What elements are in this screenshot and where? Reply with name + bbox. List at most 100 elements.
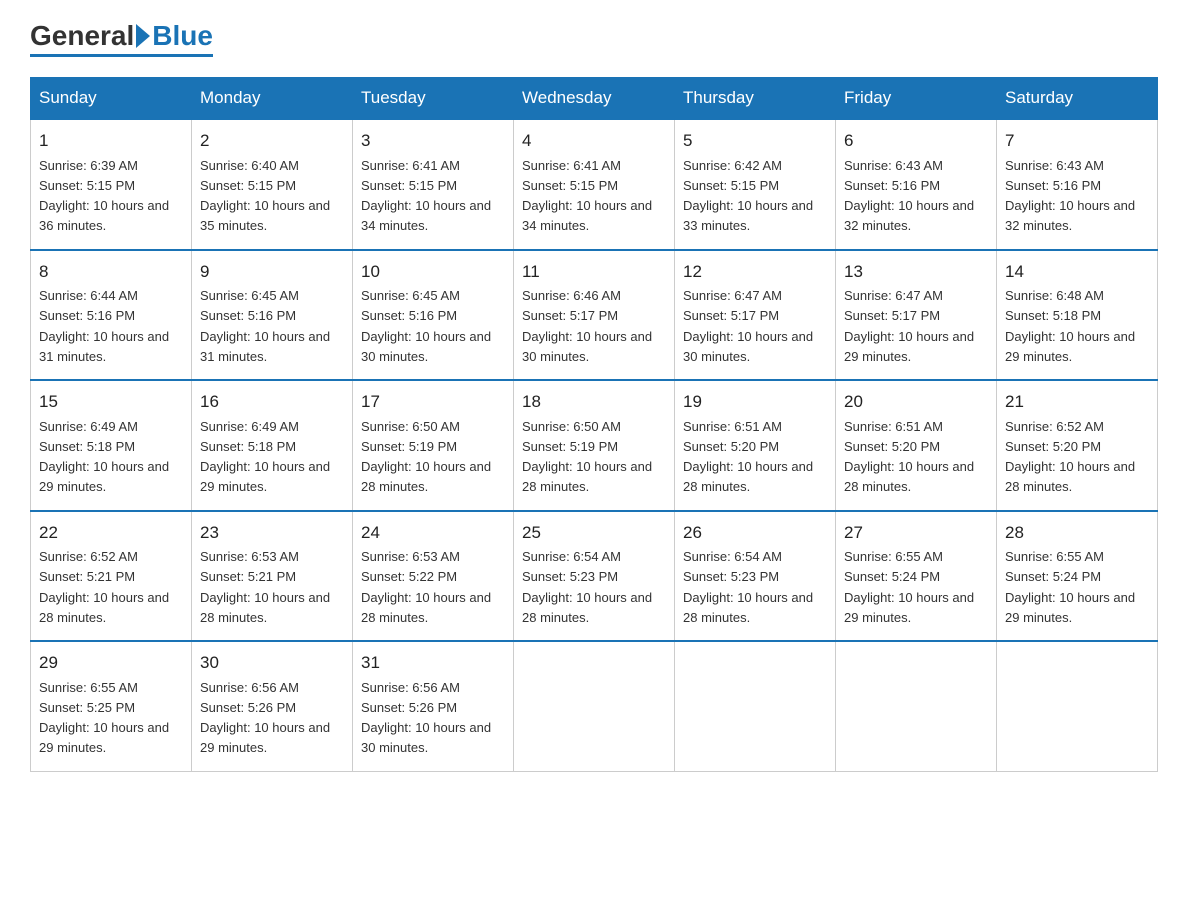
logo-general-text: General — [30, 20, 134, 52]
day-number: 14 — [1005, 259, 1149, 285]
day-number: 3 — [361, 128, 505, 154]
calendar-cell: 18 Sunrise: 6:50 AMSunset: 5:19 PMDaylig… — [514, 380, 675, 511]
calendar-cell: 21 Sunrise: 6:52 AMSunset: 5:20 PMDaylig… — [997, 380, 1158, 511]
day-number: 19 — [683, 389, 827, 415]
day-info: Sunrise: 6:54 AMSunset: 5:23 PMDaylight:… — [522, 549, 652, 625]
calendar-cell — [675, 641, 836, 771]
calendar-cell: 19 Sunrise: 6:51 AMSunset: 5:20 PMDaylig… — [675, 380, 836, 511]
day-info: Sunrise: 6:56 AMSunset: 5:26 PMDaylight:… — [361, 680, 491, 756]
calendar-cell: 31 Sunrise: 6:56 AMSunset: 5:26 PMDaylig… — [353, 641, 514, 771]
calendar-cell: 8 Sunrise: 6:44 AMSunset: 5:16 PMDayligh… — [31, 250, 192, 381]
calendar-cell: 27 Sunrise: 6:55 AMSunset: 5:24 PMDaylig… — [836, 511, 997, 642]
calendar-cell: 6 Sunrise: 6:43 AMSunset: 5:16 PMDayligh… — [836, 119, 997, 250]
weekday-header-wednesday: Wednesday — [514, 78, 675, 120]
day-info: Sunrise: 6:50 AMSunset: 5:19 PMDaylight:… — [522, 419, 652, 495]
day-info: Sunrise: 6:39 AMSunset: 5:15 PMDaylight:… — [39, 158, 169, 234]
logo-blue-text: Blue — [152, 20, 213, 52]
weekday-header-friday: Friday — [836, 78, 997, 120]
day-info: Sunrise: 6:54 AMSunset: 5:23 PMDaylight:… — [683, 549, 813, 625]
logo-arrow-icon — [136, 24, 150, 48]
day-number: 20 — [844, 389, 988, 415]
calendar-cell: 4 Sunrise: 6:41 AMSunset: 5:15 PMDayligh… — [514, 119, 675, 250]
day-number: 9 — [200, 259, 344, 285]
calendar-cell: 1 Sunrise: 6:39 AMSunset: 5:15 PMDayligh… — [31, 119, 192, 250]
day-number: 21 — [1005, 389, 1149, 415]
day-info: Sunrise: 6:43 AMSunset: 5:16 PMDaylight:… — [1005, 158, 1135, 234]
week-row-1: 1 Sunrise: 6:39 AMSunset: 5:15 PMDayligh… — [31, 119, 1158, 250]
day-number: 30 — [200, 650, 344, 676]
day-number: 17 — [361, 389, 505, 415]
day-number: 12 — [683, 259, 827, 285]
day-info: Sunrise: 6:41 AMSunset: 5:15 PMDaylight:… — [522, 158, 652, 234]
calendar-cell — [836, 641, 997, 771]
weekday-header-row: SundayMondayTuesdayWednesdayThursdayFrid… — [31, 78, 1158, 120]
day-number: 16 — [200, 389, 344, 415]
day-info: Sunrise: 6:55 AMSunset: 5:24 PMDaylight:… — [1005, 549, 1135, 625]
day-info: Sunrise: 6:40 AMSunset: 5:15 PMDaylight:… — [200, 158, 330, 234]
calendar-cell — [514, 641, 675, 771]
logo-underline — [30, 54, 213, 57]
calendar-cell: 23 Sunrise: 6:53 AMSunset: 5:21 PMDaylig… — [192, 511, 353, 642]
day-info: Sunrise: 6:45 AMSunset: 5:16 PMDaylight:… — [361, 288, 491, 364]
day-number: 27 — [844, 520, 988, 546]
calendar-cell: 16 Sunrise: 6:49 AMSunset: 5:18 PMDaylig… — [192, 380, 353, 511]
weekday-header-sunday: Sunday — [31, 78, 192, 120]
calendar-cell: 7 Sunrise: 6:43 AMSunset: 5:16 PMDayligh… — [997, 119, 1158, 250]
day-number: 1 — [39, 128, 183, 154]
calendar-cell: 26 Sunrise: 6:54 AMSunset: 5:23 PMDaylig… — [675, 511, 836, 642]
day-number: 24 — [361, 520, 505, 546]
week-row-4: 22 Sunrise: 6:52 AMSunset: 5:21 PMDaylig… — [31, 511, 1158, 642]
day-number: 7 — [1005, 128, 1149, 154]
day-info: Sunrise: 6:56 AMSunset: 5:26 PMDaylight:… — [200, 680, 330, 756]
day-number: 18 — [522, 389, 666, 415]
day-number: 11 — [522, 259, 666, 285]
logo: General Blue — [30, 20, 213, 57]
day-info: Sunrise: 6:47 AMSunset: 5:17 PMDaylight:… — [683, 288, 813, 364]
calendar-cell: 13 Sunrise: 6:47 AMSunset: 5:17 PMDaylig… — [836, 250, 997, 381]
calendar-cell: 3 Sunrise: 6:41 AMSunset: 5:15 PMDayligh… — [353, 119, 514, 250]
day-info: Sunrise: 6:43 AMSunset: 5:16 PMDaylight:… — [844, 158, 974, 234]
day-number: 28 — [1005, 520, 1149, 546]
day-number: 29 — [39, 650, 183, 676]
calendar-cell: 30 Sunrise: 6:56 AMSunset: 5:26 PMDaylig… — [192, 641, 353, 771]
day-info: Sunrise: 6:49 AMSunset: 5:18 PMDaylight:… — [200, 419, 330, 495]
day-number: 15 — [39, 389, 183, 415]
calendar-cell: 20 Sunrise: 6:51 AMSunset: 5:20 PMDaylig… — [836, 380, 997, 511]
calendar-cell: 25 Sunrise: 6:54 AMSunset: 5:23 PMDaylig… — [514, 511, 675, 642]
day-number: 23 — [200, 520, 344, 546]
day-number: 10 — [361, 259, 505, 285]
weekday-header-saturday: Saturday — [997, 78, 1158, 120]
day-info: Sunrise: 6:42 AMSunset: 5:15 PMDaylight:… — [683, 158, 813, 234]
day-info: Sunrise: 6:48 AMSunset: 5:18 PMDaylight:… — [1005, 288, 1135, 364]
day-info: Sunrise: 6:51 AMSunset: 5:20 PMDaylight:… — [844, 419, 974, 495]
day-info: Sunrise: 6:53 AMSunset: 5:22 PMDaylight:… — [361, 549, 491, 625]
day-info: Sunrise: 6:55 AMSunset: 5:24 PMDaylight:… — [844, 549, 974, 625]
day-number: 31 — [361, 650, 505, 676]
calendar-cell: 28 Sunrise: 6:55 AMSunset: 5:24 PMDaylig… — [997, 511, 1158, 642]
day-info: Sunrise: 6:55 AMSunset: 5:25 PMDaylight:… — [39, 680, 169, 756]
week-row-3: 15 Sunrise: 6:49 AMSunset: 5:18 PMDaylig… — [31, 380, 1158, 511]
day-info: Sunrise: 6:45 AMSunset: 5:16 PMDaylight:… — [200, 288, 330, 364]
calendar-cell: 11 Sunrise: 6:46 AMSunset: 5:17 PMDaylig… — [514, 250, 675, 381]
weekday-header-tuesday: Tuesday — [353, 78, 514, 120]
day-info: Sunrise: 6:52 AMSunset: 5:21 PMDaylight:… — [39, 549, 169, 625]
weekday-header-monday: Monday — [192, 78, 353, 120]
day-info: Sunrise: 6:44 AMSunset: 5:16 PMDaylight:… — [39, 288, 169, 364]
day-number: 13 — [844, 259, 988, 285]
day-number: 22 — [39, 520, 183, 546]
day-info: Sunrise: 6:51 AMSunset: 5:20 PMDaylight:… — [683, 419, 813, 495]
day-info: Sunrise: 6:53 AMSunset: 5:21 PMDaylight:… — [200, 549, 330, 625]
week-row-5: 29 Sunrise: 6:55 AMSunset: 5:25 PMDaylig… — [31, 641, 1158, 771]
day-number: 25 — [522, 520, 666, 546]
day-info: Sunrise: 6:47 AMSunset: 5:17 PMDaylight:… — [844, 288, 974, 364]
calendar-table: SundayMondayTuesdayWednesdayThursdayFrid… — [30, 77, 1158, 772]
day-number: 6 — [844, 128, 988, 154]
calendar-cell: 29 Sunrise: 6:55 AMSunset: 5:25 PMDaylig… — [31, 641, 192, 771]
day-number: 26 — [683, 520, 827, 546]
calendar-cell — [997, 641, 1158, 771]
calendar-cell: 9 Sunrise: 6:45 AMSunset: 5:16 PMDayligh… — [192, 250, 353, 381]
day-number: 5 — [683, 128, 827, 154]
week-row-2: 8 Sunrise: 6:44 AMSunset: 5:16 PMDayligh… — [31, 250, 1158, 381]
day-info: Sunrise: 6:49 AMSunset: 5:18 PMDaylight:… — [39, 419, 169, 495]
day-info: Sunrise: 6:46 AMSunset: 5:17 PMDaylight:… — [522, 288, 652, 364]
